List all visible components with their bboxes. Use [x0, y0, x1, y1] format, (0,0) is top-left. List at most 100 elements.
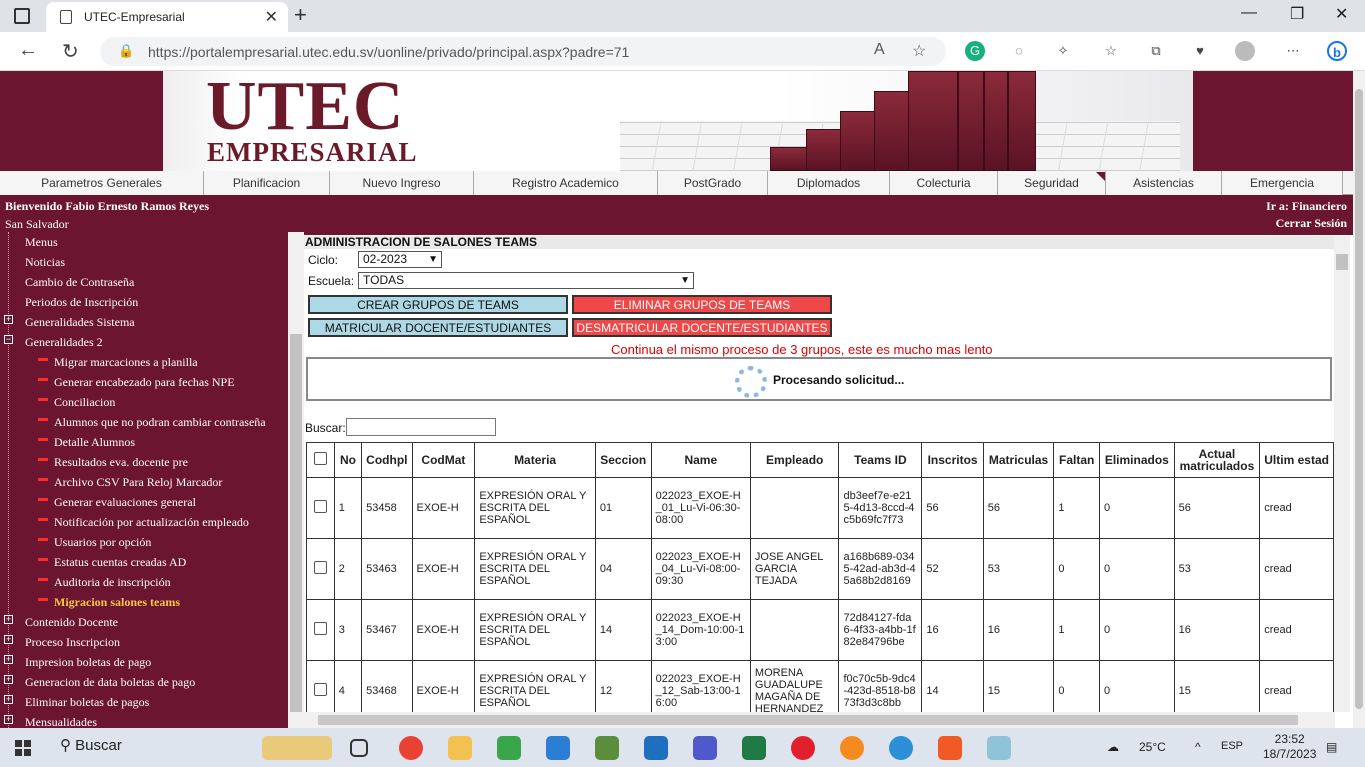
menu-emergencia[interactable]: Emergencia	[1222, 171, 1343, 195]
edge-icon[interactable]	[889, 736, 913, 760]
column-header[interactable]: CodMat	[411, 442, 476, 478]
expand-icon[interactable]: +	[4, 615, 13, 624]
sidebar-subitem[interactable]: Conciliacion	[54, 394, 115, 414]
column-header[interactable]: Matriculas	[982, 442, 1055, 478]
collapse-icon[interactable]: −	[4, 335, 13, 344]
refresh-icon[interactable]: ↻	[62, 39, 79, 64]
expand-icon[interactable]: +	[4, 315, 13, 324]
menu-nuevo-ingreso[interactable]: Nuevo Ingreso	[330, 171, 474, 195]
sidebar-subitem-selected[interactable]: Migracion salones teams	[54, 594, 180, 614]
sidebar-item[interactable]: Proceso Inscripcion	[25, 634, 120, 654]
notifications-icon[interactable]: ▤	[1326, 740, 1337, 754]
row-checkbox[interactable]	[313, 683, 327, 696]
extension-icon[interactable]: ◌	[1009, 41, 1029, 61]
menu-postgrado[interactable]: PostGrado	[658, 171, 768, 195]
menu-planificacion[interactable]: Planificacion	[204, 171, 330, 195]
taskbar-search[interactable]: ⚲ Buscar	[60, 736, 122, 754]
collections-icon[interactable]: ⧉	[1146, 41, 1166, 61]
opera-icon[interactable]	[791, 736, 815, 760]
favorites-icon[interactable]: ☆	[1101, 41, 1121, 61]
sidebar-item[interactable]: Impresion boletas de pago	[25, 654, 151, 674]
tray-chevron-icon[interactable]: ^	[1195, 740, 1201, 754]
sidebar-subitem[interactable]: Migrar marcaciones a planilla	[54, 354, 198, 374]
column-header[interactable]: Teams ID	[838, 442, 923, 478]
sidebar-subitem[interactable]: Auditoria de inscripción	[54, 574, 171, 594]
expand-icon[interactable]: +	[4, 695, 13, 704]
logo-utec[interactable]: UTEC	[206, 71, 404, 147]
select-all-checkbox[interactable]	[313, 452, 327, 465]
sidebar-item[interactable]: Mensualidades	[25, 714, 97, 728]
row-checkbox[interactable]	[313, 622, 327, 635]
grammarly-icon[interactable]: G	[965, 41, 985, 61]
menu-parametros-generales[interactable]: Parametros Generales	[0, 171, 204, 195]
temperature[interactable]: 25°C	[1139, 740, 1166, 754]
new-tab-icon[interactable]: +	[294, 2, 307, 28]
sidebar-subitem[interactable]: Resultados eva. docente pre	[54, 454, 188, 474]
browser-tab[interactable]: UTEC-Empresarial ✕	[46, 2, 288, 32]
sidebar-subitem[interactable]: Usuarios por opción	[54, 534, 151, 554]
select-all-checkbox-cell[interactable]	[306, 442, 335, 478]
vscode-icon[interactable]	[546, 736, 570, 760]
column-header[interactable]: Actual matriculados	[1173, 442, 1261, 478]
column-header[interactable]: Ultim estad	[1259, 442, 1334, 478]
column-header[interactable]: No	[333, 442, 363, 478]
back-icon[interactable]: ←	[18, 39, 38, 62]
column-header[interactable]: Name	[650, 442, 751, 478]
restore-icon[interactable]: ❐	[1290, 4, 1304, 24]
sidebar-item-cambio-contrasena[interactable]: Cambio de Contraseña	[25, 274, 134, 294]
escuela-select[interactable]: TODAS ▼	[358, 272, 694, 289]
desmatricular-button[interactable]: DESMATRICULAR DOCENTE/ESTUDIANTES	[572, 318, 832, 337]
close-window-icon[interactable]: ✕	[1335, 4, 1348, 24]
sidebar-subitem[interactable]: Alumnos que no podran cambiar contraseña	[54, 414, 266, 434]
sidebar-item-generalidades-sistema[interactable]: Generalidades Sistema	[25, 314, 135, 334]
lock-icon[interactable]: 🔒	[118, 43, 134, 59]
expand-icon[interactable]: +	[4, 655, 13, 664]
profile-avatar[interactable]	[1235, 41, 1255, 61]
more-menu-icon[interactable]: ⋯	[1283, 41, 1303, 61]
menu-colecturia[interactable]: Colecturia	[890, 171, 998, 195]
column-header[interactable]: Seccion	[594, 442, 652, 478]
sidebar-item[interactable]: Contenido Docente	[25, 614, 118, 634]
row-checkbox[interactable]	[313, 561, 327, 574]
app-icon[interactable]	[987, 736, 1011, 760]
sidebar-subitem[interactable]: Notificación por actualización empleado	[54, 514, 249, 534]
page-scrollbar[interactable]	[1353, 71, 1365, 728]
teams-icon[interactable]	[693, 736, 717, 760]
column-header[interactable]: Materia	[474, 442, 596, 478]
search-input[interactable]	[346, 418, 496, 436]
row-checkbox[interactable]	[313, 500, 327, 513]
performance-icon[interactable]: ♥	[1190, 41, 1210, 61]
widgets-icon[interactable]	[262, 736, 332, 760]
tab-actions-icon[interactable]	[14, 8, 30, 24]
clock[interactable]: 23:52 18/7/2023	[1263, 732, 1316, 762]
weather-icon[interactable]: ☁	[1107, 740, 1119, 754]
bing-chat-icon[interactable]: b	[1327, 41, 1347, 61]
close-tab-icon[interactable]: ✕	[265, 7, 278, 27]
panel-horizontal-scrollbar[interactable]	[288, 712, 1335, 728]
menu-registro-academico[interactable]: Registro Academico	[474, 171, 658, 195]
sidebar-scrollbar[interactable]	[288, 232, 304, 728]
outlook-icon[interactable]	[644, 736, 668, 760]
expand-icon[interactable]: +	[4, 635, 13, 644]
column-header[interactable]: Inscritos	[921, 442, 984, 478]
chrome-icon[interactable]	[399, 736, 423, 760]
ciclo-select[interactable]: 02-2023 ▼	[358, 251, 442, 268]
brave-icon[interactable]	[938, 736, 962, 760]
task-view-icon[interactable]	[350, 739, 368, 757]
eliminar-grupos-button[interactable]: ELIMINAR GRUPOS DE TEAMS	[572, 295, 832, 314]
sidebar-item-periodos-inscripcion[interactable]: Periodos de Inscripción	[25, 294, 138, 314]
excel-icon[interactable]	[742, 736, 766, 760]
sidebar-subitem[interactable]: Generar encabezado para fechas NPE	[54, 374, 235, 394]
column-header[interactable]: Empleado	[749, 442, 840, 478]
url-field[interactable]: 🔒 https://portalempresarial.utec.edu.sv/…	[100, 37, 946, 66]
column-header[interactable]: Eliminados	[1099, 442, 1175, 478]
sidebar-item-menus[interactable]: Menus	[25, 234, 58, 254]
expand-icon[interactable]: +	[4, 675, 13, 684]
panel-vertical-scrollbar[interactable]	[1334, 236, 1350, 712]
sidebar-subitem[interactable]: Estatus cuentas creadas AD	[54, 554, 186, 574]
sidebar-item-noticias[interactable]: Noticias	[25, 254, 65, 274]
extensions-puzzle-icon[interactable]: ✧	[1053, 41, 1073, 61]
firefox-icon[interactable]	[840, 736, 864, 760]
windows-start-icon[interactable]	[15, 740, 31, 756]
sidebar-item[interactable]: Eliminar boletas de pagos	[25, 694, 149, 714]
